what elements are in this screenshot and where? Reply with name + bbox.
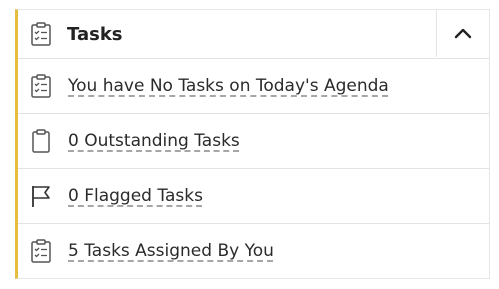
collapse-button[interactable] [436, 10, 489, 57]
task-row-assigned[interactable]: 5 Tasks Assigned By You [18, 224, 489, 278]
task-row-label[interactable]: 5 Tasks Assigned By You [68, 241, 274, 261]
clipboard-checklist-icon [29, 21, 53, 47]
flag-icon [29, 183, 53, 209]
task-row-label[interactable]: 0 Outstanding Tasks [68, 131, 240, 151]
tasks-header: Tasks [18, 10, 489, 59]
clipboard-checklist-icon [29, 238, 53, 264]
task-row-flagged[interactable]: 0 Flagged Tasks [18, 169, 489, 224]
clipboard-checklist-icon [29, 73, 53, 99]
chevron-up-icon [454, 24, 472, 43]
task-row-label[interactable]: 0 Flagged Tasks [68, 186, 203, 206]
tasks-widget: Tasks You have No Tasks on Today's Agend… [15, 9, 490, 279]
task-row-agenda[interactable]: You have No Tasks on Today's Agenda [18, 59, 489, 114]
clipboard-icon [29, 128, 53, 154]
task-row-label[interactable]: You have No Tasks on Today's Agenda [68, 76, 389, 96]
header-title: Tasks [67, 23, 123, 45]
task-row-outstanding[interactable]: 0 Outstanding Tasks [18, 114, 489, 169]
